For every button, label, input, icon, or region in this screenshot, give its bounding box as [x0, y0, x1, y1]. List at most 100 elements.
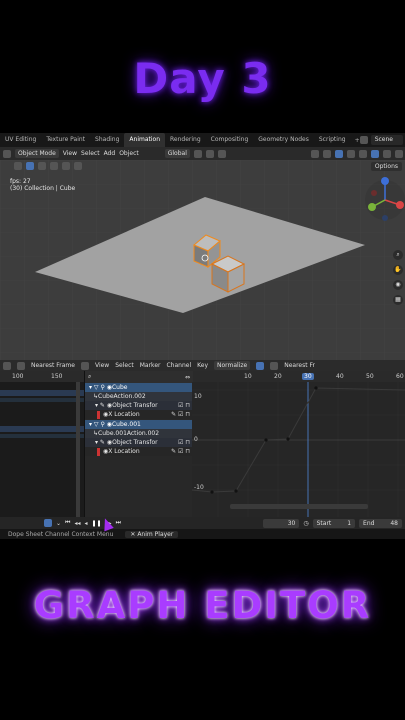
- overlay-toggle-icon[interactable]: [335, 149, 343, 158]
- channel-search[interactable]: ⌕ ⇔: [85, 371, 193, 383]
- tab-shading[interactable]: Shading: [90, 133, 124, 147]
- filter-icon[interactable]: [17, 361, 25, 370]
- curve-area[interactable]: 10 0 -10: [192, 382, 405, 517]
- menu-view[interactable]: View: [63, 150, 77, 157]
- menu-add[interactable]: Add: [104, 150, 116, 157]
- object-mode-dropdown[interactable]: Object Mode: [15, 149, 59, 158]
- channel-row[interactable]: ↳ CubeAction.002: [85, 392, 193, 401]
- perspective-grid-icon[interactable]: ▦: [393, 295, 403, 305]
- jump-start-icon[interactable]: ⏮: [65, 519, 70, 527]
- pivot-icon[interactable]: [193, 149, 202, 158]
- ruler-tick: 20: [274, 373, 282, 380]
- camera-view-icon[interactable]: ◉: [393, 280, 403, 290]
- select-extend-icon[interactable]: [38, 162, 46, 170]
- current-frame-field[interactable]: 30: [263, 518, 300, 528]
- ruler-tick: 100: [12, 373, 24, 380]
- frame-ruler[interactable]: 100 150 10 20 30 40 50 60: [0, 371, 405, 382]
- channel-row[interactable]: ◉ X Location ✎ ☑ ⊓: [85, 410, 193, 419]
- expand-chevron-icon[interactable]: ▾ ✎ ◉: [95, 438, 112, 447]
- select-tool-icon[interactable]: [14, 162, 22, 170]
- graph-menu-channel[interactable]: Channel: [166, 362, 191, 369]
- scene-selector[interactable]: Scene: [359, 133, 405, 147]
- channel-toggles[interactable]: ☑ ⊓: [178, 401, 190, 410]
- end-frame-field[interactable]: End 48: [359, 518, 402, 528]
- normalize-toggle[interactable]: Normalize: [214, 361, 251, 370]
- channel-row[interactable]: ◉ X Location ✎ ☑ ⊓: [85, 447, 193, 456]
- tab-texture-paint[interactable]: Texture Paint: [41, 133, 90, 147]
- shading-render-icon[interactable]: [395, 149, 403, 158]
- search-icon[interactable]: ⌕: [88, 373, 91, 381]
- anim-player-label: Anim Player: [137, 530, 174, 538]
- horizontal-scrollbar[interactable]: [230, 504, 368, 509]
- video-title-bottom: GRAPH EDITOR: [33, 584, 372, 627]
- scene-name[interactable]: Scene: [370, 135, 403, 145]
- channel-label: Object Transfor: [112, 439, 158, 446]
- start-frame-field[interactable]: Start 1: [312, 518, 356, 528]
- menu-select[interactable]: Select: [81, 150, 100, 157]
- channel-toggles[interactable]: ✎ ☑ ⊓: [171, 410, 190, 419]
- play-reverse-icon[interactable]: ◂: [84, 520, 87, 527]
- clock-icon[interactable]: ◷: [303, 520, 308, 527]
- shading-wire-icon[interactable]: [359, 149, 367, 158]
- menu-object[interactable]: Object: [119, 150, 139, 157]
- channel-toggles[interactable]: ☑ ⊓: [178, 438, 190, 447]
- expand-chevron-icon[interactable]: ▾ ▽ ⚲ ◉: [89, 420, 112, 429]
- auto-snapping-dropdown[interactable]: Nearest Frame: [31, 362, 75, 369]
- y-axis-tick: -10: [194, 484, 204, 491]
- ruler-tick: 10: [244, 373, 252, 380]
- ruler-tick: 50: [366, 373, 374, 380]
- pivot-point-icon[interactable]: [80, 361, 89, 370]
- channel-row[interactable]: ▾ ▽ ⚲ ◉ Cube.001: [85, 420, 193, 429]
- shading-material-icon[interactable]: [383, 149, 391, 158]
- proportional-edit-icon[interactable]: [217, 149, 226, 158]
- collection-info: (30) Collection | Cube: [10, 185, 76, 192]
- tab-rendering[interactable]: Rendering: [165, 133, 206, 147]
- viewport-info: fps: 27 (30) Collection | Cube: [10, 178, 75, 192]
- tab-scripting[interactable]: Scripting: [314, 133, 351, 147]
- transform-orientation-dropdown[interactable]: Global: [164, 149, 190, 158]
- graph-menu-view[interactable]: View: [95, 362, 109, 369]
- xray-icon[interactable]: [347, 149, 355, 158]
- select-subtract-icon[interactable]: [50, 162, 58, 170]
- graph-editor: Nearest Frame View Select Marker Channel…: [0, 360, 405, 517]
- channel-row[interactable]: ▾ ▽ ⚲ ◉ Cube: [85, 383, 193, 392]
- current-frame-indicator[interactable]: 30: [302, 373, 314, 380]
- pan-hand-icon[interactable]: ✋: [393, 265, 403, 275]
- snap-icon[interactable]: [205, 149, 214, 158]
- expand-chevron-icon[interactable]: ▾ ▽ ⚲ ◉: [89, 383, 112, 392]
- show-hidden-icon[interactable]: [270, 361, 279, 370]
- record-keyframe-icon[interactable]: [44, 519, 52, 527]
- curve-canvas: [192, 382, 405, 517]
- anim-player-button[interactable]: ✕ Anim Player: [125, 530, 179, 538]
- channel-row[interactable]: ▾ ✎ ◉ Object Transfor ☑ ⊓: [85, 438, 193, 447]
- graph-menu-select[interactable]: Select: [115, 362, 134, 369]
- timeline-strip-left[interactable]: [0, 382, 84, 517]
- zoom-icon[interactable]: ⌕: [393, 250, 403, 260]
- shading-solid-icon[interactable]: [371, 149, 379, 158]
- swap-icon[interactable]: ⇔: [185, 374, 190, 381]
- graph-editor-type-icon[interactable]: [3, 361, 11, 370]
- jump-keyframe-back-icon[interactable]: ◂◂: [74, 520, 80, 527]
- tab-geometry-nodes[interactable]: Geometry Nodes: [253, 133, 314, 147]
- expand-chevron-icon[interactable]: ▾ ✎ ◉: [95, 401, 112, 410]
- select-intersect-icon[interactable]: [74, 162, 82, 170]
- tab-animation[interactable]: Animation: [124, 133, 165, 147]
- visibility-icon[interactable]: [311, 149, 319, 158]
- channel-row[interactable]: ▾ ✎ ◉ Object Transfor ☑ ⊓: [85, 401, 193, 410]
- viewport-navigation: ⌕ ✋ ◉ ▦: [393, 250, 403, 305]
- select-box-mode-icon[interactable]: [26, 162, 34, 170]
- graph-menu-marker[interactable]: Marker: [140, 362, 161, 369]
- jump-end-icon[interactable]: ⏭: [116, 519, 121, 527]
- select-invert-icon[interactable]: [62, 162, 70, 170]
- snapping-dropdown[interactable]: Nearest Fr: [284, 362, 315, 369]
- gizmo-toggle-icon[interactable]: [323, 149, 331, 158]
- 3d-viewport[interactable]: fps: 27 (30) Collection | Cube Options ⌕…: [0, 160, 405, 365]
- tab-uv-editing[interactable]: UV Editing: [0, 133, 41, 147]
- tab-compositing[interactable]: Compositing: [206, 133, 254, 147]
- channel-row[interactable]: ↳ Cube.001Action.002: [85, 429, 193, 438]
- channel-toggles[interactable]: ✎ ☑ ⊓: [171, 447, 190, 456]
- only-selected-icon[interactable]: [256, 361, 265, 370]
- editor-type-icon[interactable]: [3, 149, 11, 158]
- graph-menu-key[interactable]: Key: [197, 362, 208, 369]
- keying-dropdown-icon[interactable]: ⌄: [56, 520, 61, 527]
